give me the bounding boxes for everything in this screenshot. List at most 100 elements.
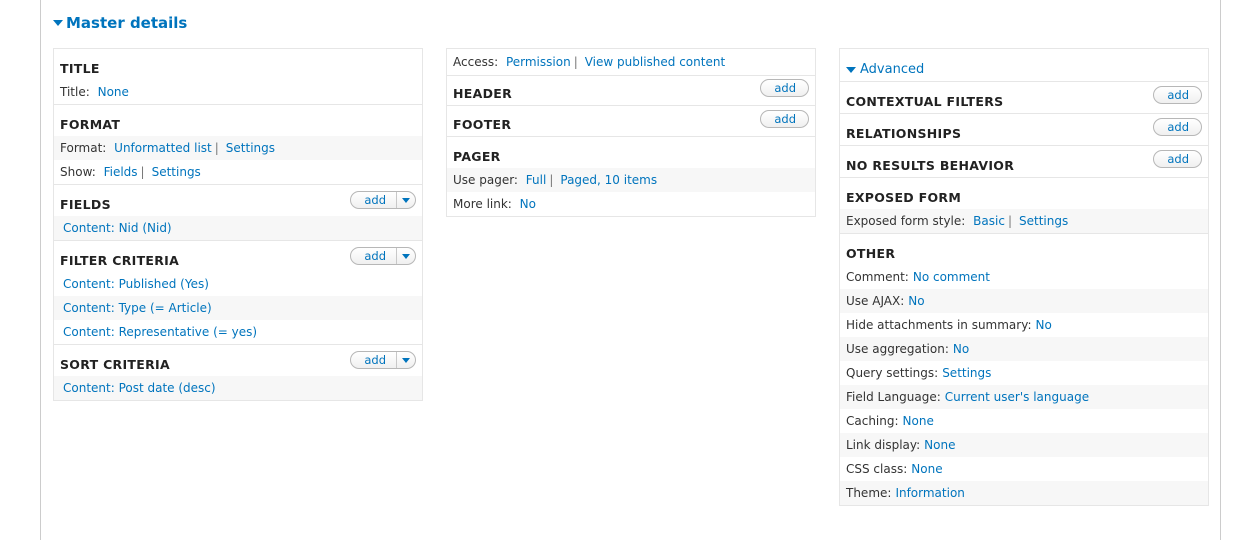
option-label: Format: xyxy=(60,141,107,155)
format-section: FORMAT Format: Unformatted list | Settings… xyxy=(54,104,422,184)
section-title: OTHER xyxy=(846,246,896,261)
advanced-label: Advanced xyxy=(860,62,925,77)
access-value-link[interactable]: Permission xyxy=(506,55,571,69)
pager-type-link[interactable]: Full xyxy=(526,173,547,187)
option-label: Show: xyxy=(60,165,96,179)
dropdown-caret-icon[interactable] xyxy=(397,248,415,264)
option-label: Use aggregation: xyxy=(846,342,949,356)
option-row: Link display: None xyxy=(840,433,1208,457)
header-add-button[interactable]: add xyxy=(760,79,809,97)
separator: | xyxy=(1007,214,1012,228)
exposed-settings-link[interactable]: Settings xyxy=(1019,214,1068,228)
pager-detail-link[interactable]: Paged, 10 items xyxy=(560,173,657,187)
filter-add-button[interactable]: add xyxy=(350,247,416,265)
option-label: CSS class: xyxy=(846,462,908,476)
caching-link[interactable]: None xyxy=(903,414,934,428)
pager-section: PAGER Use pager: Full | Paged, 10 items Mo… xyxy=(447,136,815,216)
aggregation-link[interactable]: No xyxy=(953,342,969,356)
option-label: Title: xyxy=(60,85,90,99)
option-row: Use pager: Full | Paged, 10 items xyxy=(447,168,815,192)
option-label: Access: xyxy=(453,55,499,69)
option-label: Hide attachments in summary: xyxy=(846,318,1032,332)
advanced-toggle[interactable]: Advanced xyxy=(846,62,924,77)
add-label: add xyxy=(351,192,397,208)
option-row: Field Language: Current user's language xyxy=(840,385,1208,409)
other-section: OTHER Comment: No comment Use AJAX: No Hid… xyxy=(840,233,1208,505)
option-label: Field Language: xyxy=(846,390,941,404)
footer-add-button[interactable]: add xyxy=(760,110,809,128)
dropdown-caret-icon[interactable] xyxy=(397,192,415,208)
more-link-value[interactable]: No xyxy=(520,197,536,211)
filter-link[interactable]: Content: Published (Yes) xyxy=(63,277,209,291)
option-row: Hide attachments in summary: No xyxy=(840,313,1208,337)
add-label: add xyxy=(351,248,397,264)
relationships-add-button[interactable]: add xyxy=(1153,118,1202,136)
dropdown-caret-icon[interactable] xyxy=(397,352,415,368)
separator: | xyxy=(140,165,145,179)
list-item: Content: Type (= Article) xyxy=(54,296,422,320)
fields-add-button[interactable]: add xyxy=(350,191,416,209)
option-label: Theme: xyxy=(846,486,892,500)
query-settings-link[interactable]: Settings xyxy=(942,366,991,380)
format-value-link[interactable]: Unformatted list xyxy=(114,141,212,155)
option-row: Caching: None xyxy=(840,409,1208,433)
option-row: Use aggregation: No xyxy=(840,337,1208,361)
no-results-section: NO RESULTS BEHAVIOR add xyxy=(840,145,1208,177)
option-label: Use pager: xyxy=(453,173,518,187)
column-second: Access: Permission | View published conten… xyxy=(446,48,816,217)
add-label: add xyxy=(1167,88,1189,102)
show-settings-link[interactable]: Settings xyxy=(152,165,201,179)
option-label: More link: xyxy=(453,197,512,211)
separator: | xyxy=(214,141,219,155)
access-detail-link[interactable]: View published content xyxy=(585,55,725,69)
contextual-filters-section: CONTEXTUAL FILTERS add xyxy=(840,81,1208,113)
relationships-section: RELATIONSHIPS add xyxy=(840,113,1208,145)
title-value-link[interactable]: None xyxy=(98,85,129,99)
option-row: Show: Fields | Settings xyxy=(54,160,422,184)
sort-link[interactable]: Content: Post date (desc) xyxy=(63,381,216,395)
hide-attachments-link[interactable]: No xyxy=(1036,318,1052,332)
ajax-link[interactable]: No xyxy=(908,294,924,308)
list-item: Content: Representative (= yes) xyxy=(54,320,422,344)
exposed-style-link[interactable]: Basic xyxy=(973,214,1005,228)
section-title: FIELDS xyxy=(60,197,111,212)
access-row: Access: Permission | View published conten… xyxy=(447,49,815,75)
option-row: Use AJAX: No xyxy=(840,289,1208,313)
section-title: EXPOSED FORM xyxy=(846,190,962,205)
no-results-add-button[interactable]: add xyxy=(1153,150,1202,168)
filter-link[interactable]: Content: Type (= Article) xyxy=(63,301,212,315)
field-language-link[interactable]: Current user's language xyxy=(945,390,1089,404)
list-item: Content: Published (Yes) xyxy=(54,272,422,296)
option-row: Theme: Information xyxy=(840,481,1208,505)
comment-link[interactable]: No comment xyxy=(913,270,990,284)
section-title: FOOTER xyxy=(453,117,512,132)
option-label: Comment: xyxy=(846,270,909,284)
option-label: Caching: xyxy=(846,414,899,428)
list-item: Content: Nid (Nid) xyxy=(54,216,422,240)
master-details-label: Master details xyxy=(66,14,188,32)
option-row: Comment: No comment xyxy=(840,265,1208,289)
show-value-link[interactable]: Fields xyxy=(104,165,138,179)
format-settings-link[interactable]: Settings xyxy=(226,141,275,155)
option-row: Query settings: Settings xyxy=(840,361,1208,385)
theme-link[interactable]: Information xyxy=(895,486,964,500)
option-row: Format: Unformatted list | Settings xyxy=(54,136,422,160)
section-title: FILTER CRITERIA xyxy=(60,253,180,268)
filter-criteria-section: FILTER CRITERIA add Content: Published (… xyxy=(54,240,422,344)
sort-add-button[interactable]: add xyxy=(350,351,416,369)
section-title: PAGER xyxy=(453,149,501,164)
option-row: More link: No xyxy=(447,192,815,216)
separator: | xyxy=(573,55,578,69)
option-row: CSS class: None xyxy=(840,457,1208,481)
column-third: Advanced CONTEXTUAL FILTERS add RELATION… xyxy=(839,48,1209,506)
link-display-link[interactable]: None xyxy=(924,438,955,452)
section-title: FORMAT xyxy=(60,117,121,132)
option-label: Query settings: xyxy=(846,366,939,380)
css-class-link[interactable]: None xyxy=(911,462,942,476)
master-details-toggle[interactable]: Master details xyxy=(53,14,187,32)
contextual-add-button[interactable]: add xyxy=(1153,86,1202,104)
filter-link[interactable]: Content: Representative (= yes) xyxy=(63,325,257,339)
field-link[interactable]: Content: Nid (Nid) xyxy=(63,221,172,235)
option-row: Title: None xyxy=(54,80,422,104)
option-label: Use AJAX: xyxy=(846,294,905,308)
